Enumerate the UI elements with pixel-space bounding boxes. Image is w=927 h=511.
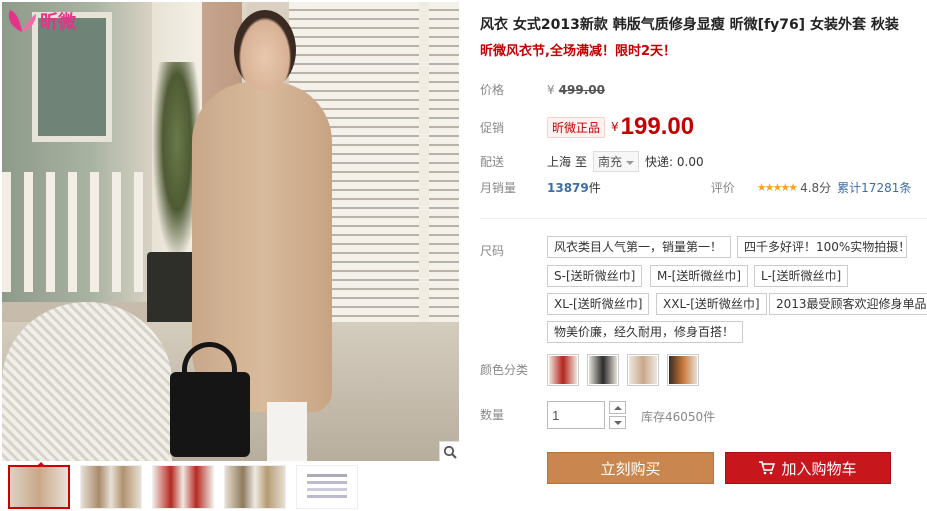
- quantity-decrease-button[interactable]: [609, 416, 626, 429]
- reviews-link[interactable]: 累计17281条: [837, 179, 911, 196]
- thumbnail-strip: [0, 465, 461, 511]
- color-swatch-camel[interactable]: [667, 354, 699, 386]
- size-label: 尺码: [480, 244, 505, 258]
- size-option-xl[interactable]: XL-[送昕微丝巾]: [547, 293, 650, 315]
- add-to-cart-label: 加入购物车: [781, 459, 857, 478]
- quantity-label: 数量: [480, 408, 505, 422]
- size-option-xxl[interactable]: XXL-[送昕微丝巾]: [656, 293, 767, 315]
- size-option[interactable]: 物美价廉，经久耐用，修身百搭！: [547, 321, 743, 343]
- sales-count: 13879: [547, 180, 589, 195]
- shipping-label: 配送: [480, 155, 505, 169]
- sales-label: 月销量: [480, 181, 517, 195]
- product-promo: 昕微风衣节,全场满减！限时2天！: [480, 44, 676, 59]
- color-swatch-black[interactable]: [587, 354, 619, 386]
- photo-handbag: [170, 372, 250, 457]
- promo-currency: ¥: [611, 120, 619, 134]
- buy-now-label: 立刻购买: [600, 459, 661, 478]
- original-price: 499.00: [558, 82, 605, 97]
- size-option[interactable]: 2013最受顾客欢迎修身单品: [769, 293, 927, 315]
- size-option-l[interactable]: L-[送昕微丝巾]: [754, 265, 849, 287]
- add-to-cart-button[interactable]: 加入购物车: [725, 452, 891, 484]
- stock-count: 库存46050件: [641, 410, 716, 424]
- sales-unit: 件: [588, 181, 601, 195]
- thumb-red-coat[interactable]: [152, 465, 214, 509]
- shipping-to-word: 至: [575, 155, 588, 169]
- size-option-m[interactable]: M-[送昕微丝巾]: [650, 265, 749, 287]
- thumb-size-chart[interactable]: [296, 465, 358, 509]
- chevron-down-icon: [613, 420, 622, 425]
- thumb-khaki-coat[interactable]: [224, 465, 286, 509]
- product-title: 风衣 女式2013新款 韩版气质修身显瘦 昕微[fy76] 女装外套 秋装: [480, 17, 899, 33]
- color-label-row: 颜色分类: [480, 361, 547, 378]
- quantity-increase-button[interactable]: [609, 401, 626, 414]
- promo-price-label: 促销: [480, 120, 505, 135]
- size-option[interactable]: 四千多好评！100%实物拍摄！: [737, 236, 910, 258]
- shopping-cart-icon: [759, 461, 776, 475]
- product-gallery: 昕微: [0, 0, 461, 511]
- photo-wicker-chair: [2, 302, 172, 461]
- price-label: 价格: [480, 83, 505, 97]
- divider: [480, 218, 927, 219]
- zoom-button[interactable]: [439, 441, 459, 461]
- quantity-label-row: 数量: [480, 406, 547, 423]
- photo-bg-fence: [2, 172, 152, 292]
- size-option[interactable]: 风衣类目人气第一，销量第一！: [547, 236, 731, 258]
- promo-price: 199.00: [620, 113, 695, 140]
- quantity-input[interactable]: [547, 401, 605, 429]
- color-swatch-beige[interactable]: [627, 354, 659, 386]
- price-currency: ¥: [547, 82, 555, 97]
- shipping-express: 快递: 0.00: [645, 155, 704, 169]
- photo-model-legs: [267, 402, 307, 461]
- rating-score: 4.8分: [800, 181, 832, 195]
- chevron-up-icon: [613, 405, 622, 410]
- promo-price-row: 促销 昕微正品 ¥ 199.00: [480, 113, 694, 141]
- shipping-row: 配送 上海 至 南充 快递: 0.00: [480, 151, 704, 172]
- magnifier-icon: [443, 445, 457, 459]
- butterfly-wing-icon: [8, 10, 36, 32]
- color-swatch-red[interactable]: [547, 354, 579, 386]
- buy-now-button[interactable]: 立刻购买: [547, 452, 714, 484]
- brand-logo-text: 昕微: [40, 12, 76, 33]
- sales-row: 月销量 13879 件 评价 ★★★★★ 4.8分 累计17281条: [480, 179, 911, 196]
- color-options: [547, 354, 707, 386]
- size-option-s[interactable]: S-[送昕微丝巾]: [547, 265, 643, 287]
- thumb-coat-back[interactable]: [80, 465, 142, 509]
- chevron-down-icon: [626, 160, 635, 165]
- genuine-tag: 昕微正品: [547, 116, 606, 138]
- color-label: 颜色分类: [480, 363, 529, 377]
- main-product-photo[interactable]: 昕微: [2, 2, 459, 461]
- product-info: 风衣 女式2013新款 韩版气质修身显瘦 昕微[fy76] 女装外套 秋装 昕微…: [480, 0, 927, 511]
- thumb-beige-coat[interactable]: [8, 465, 70, 509]
- destination-value: 南充: [598, 155, 623, 169]
- photo-model-head: [234, 10, 296, 90]
- rating-stars-icon: ★★★★★: [756, 181, 798, 194]
- rating-label: 评价: [710, 181, 735, 195]
- destination-select[interactable]: 南充: [593, 151, 640, 172]
- brand-logo: 昕微: [6, 8, 76, 34]
- photo-bg-pot: [147, 252, 197, 332]
- price-row: 价格 ¥ 499.00: [480, 81, 605, 98]
- shipping-from: 上海: [547, 155, 572, 169]
- size-label-row: 尺码: [480, 242, 547, 259]
